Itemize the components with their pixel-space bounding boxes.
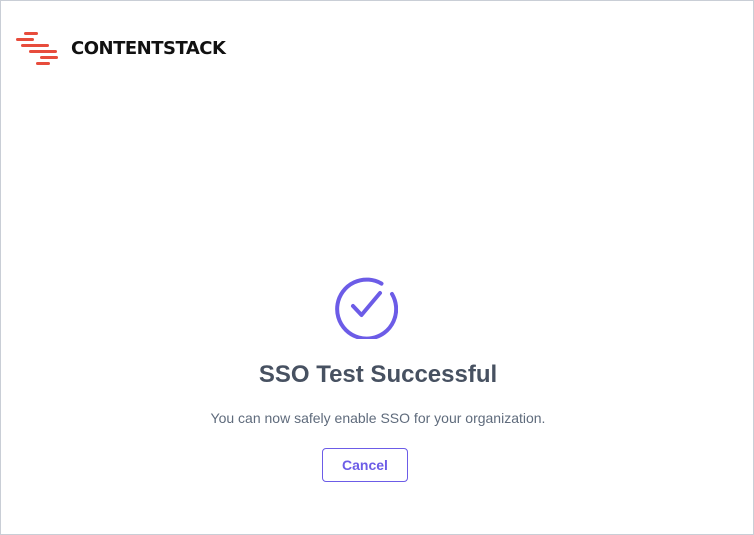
cancel-button[interactable]: Cancel (322, 448, 408, 482)
check-circle-icon (335, 277, 398, 339)
sso-success-panel: SSO Test Successful You can now safely e… (1, 1, 754, 535)
status-message: You can now safely enable SSO for your o… (210, 410, 546, 426)
page-frame: CONTENTSTACK SSO Test Successful You can… (0, 0, 754, 535)
status-title: SSO Test Successful (258, 361, 498, 388)
